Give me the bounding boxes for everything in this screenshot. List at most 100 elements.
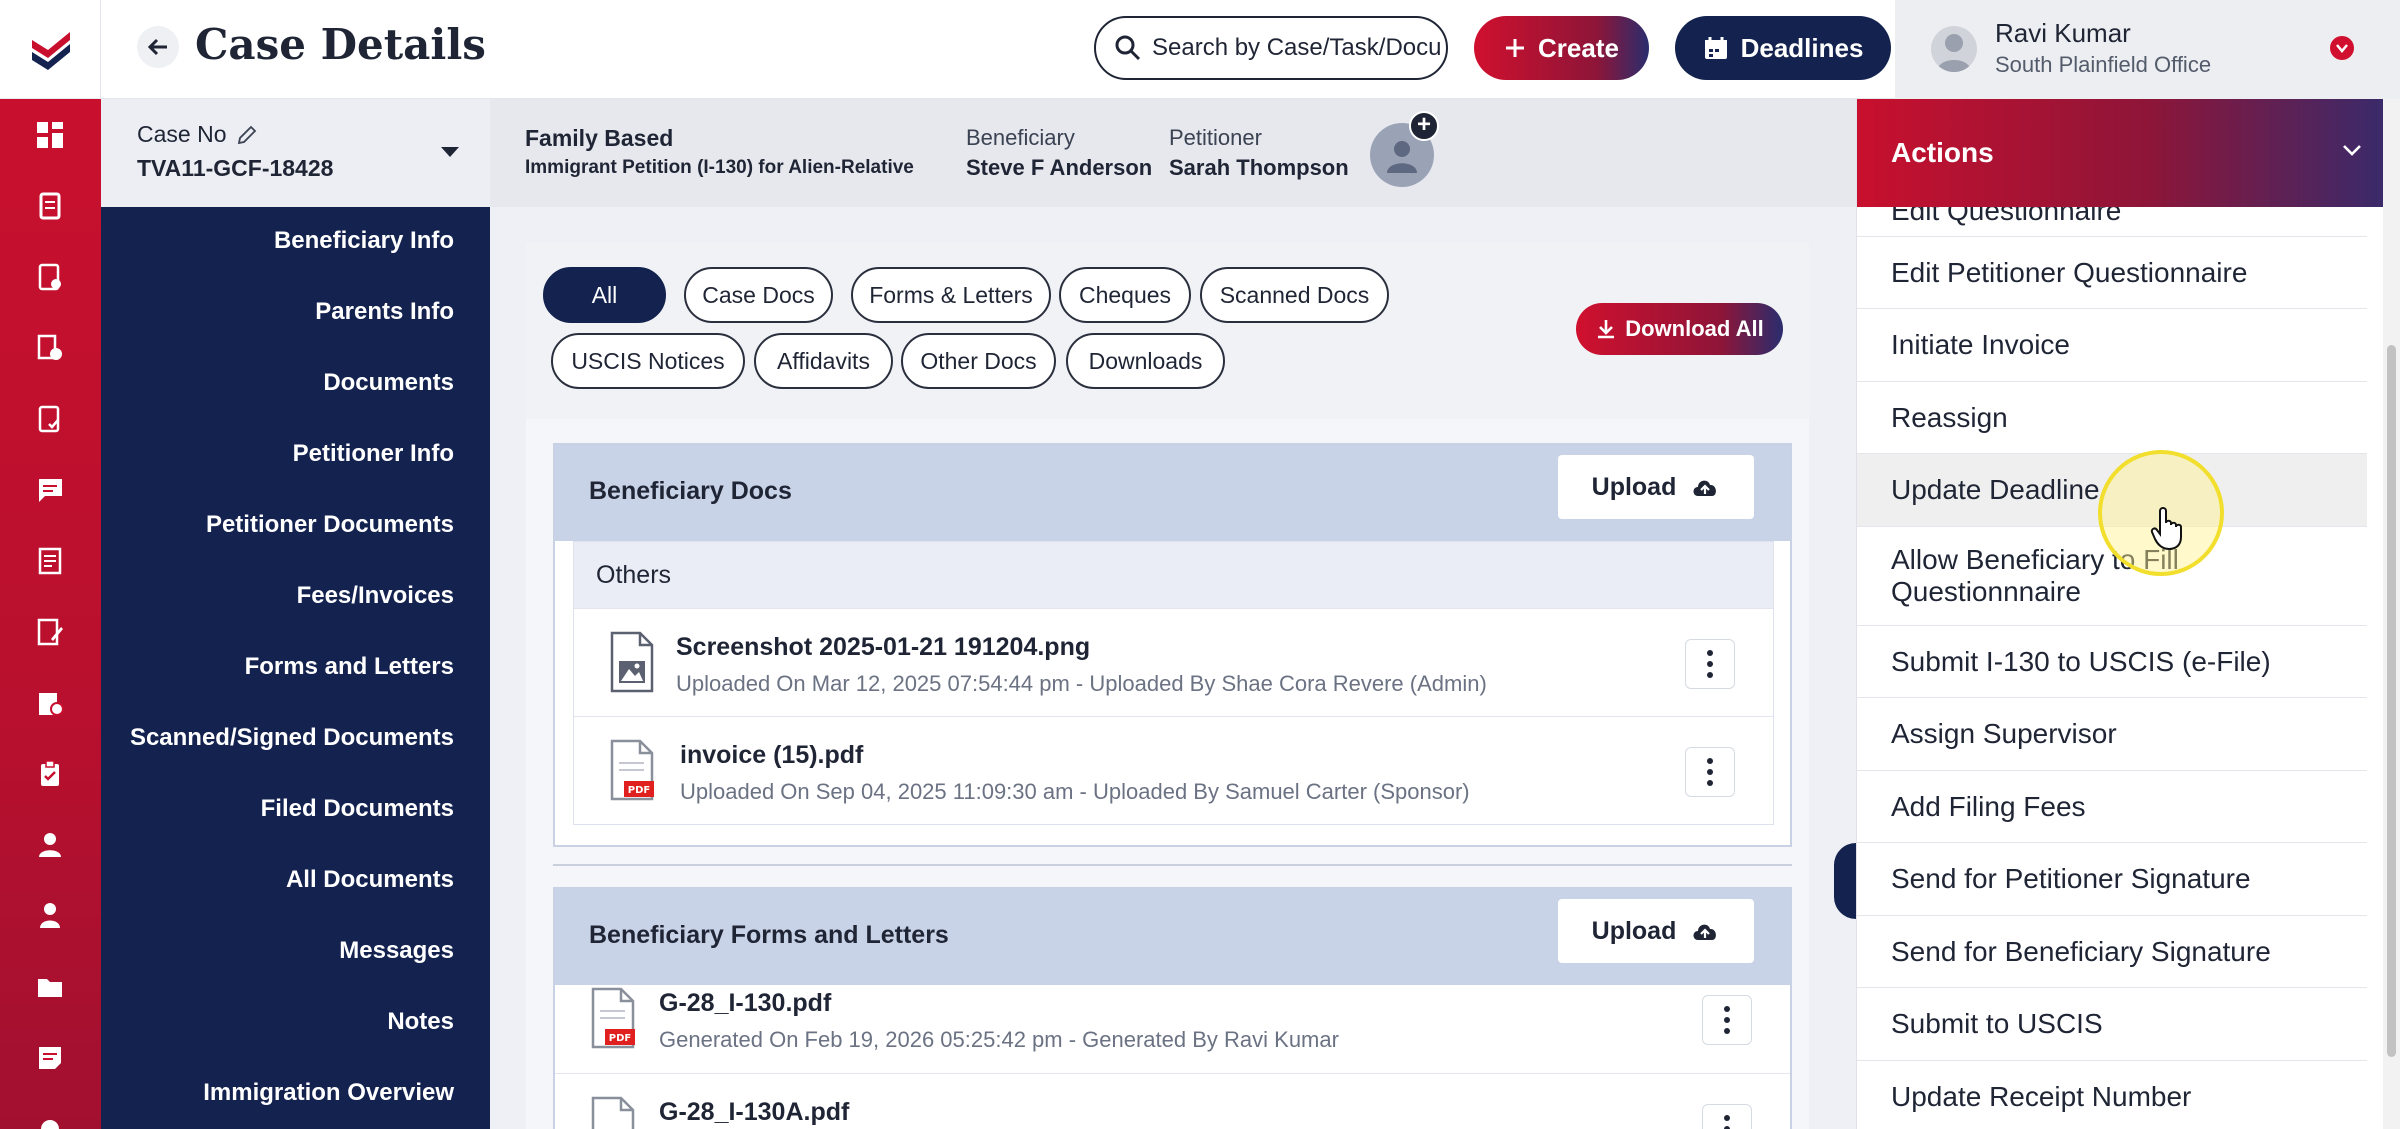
filter-chip-scanned-docs[interactable]: Scanned Docs	[1200, 267, 1389, 323]
page-title: Case Details	[195, 20, 486, 69]
nav-item-scanned-signed-documents[interactable]: Scanned/Signed Documents	[130, 724, 454, 752]
documents-main: All Case Docs Forms & Letters Cheques Sc…	[490, 207, 1856, 1129]
documents-icon[interactable]	[30, 541, 70, 581]
action-reassign[interactable]: Reassign	[1857, 382, 2367, 454]
page-scrollbar[interactable]	[2383, 99, 2400, 1129]
case-no-label: Case No	[137, 121, 227, 147]
cases-icon[interactable]	[30, 186, 70, 226]
kebab-dot-icon	[1724, 1115, 1730, 1121]
action-send-petitioner-signature[interactable]: Send for Petitioner Signature	[1857, 843, 2367, 916]
filter-chip-forms-letters[interactable]: Forms & Letters	[851, 267, 1051, 323]
document-name[interactable]: Screenshot 2025-01-21 191204.png	[676, 633, 1090, 662]
document-row[interactable]: PDF G-28_I-130.pdf Generated On Feb 19, …	[555, 965, 1790, 1073]
filter-chip-affidavits[interactable]: Affidavits	[754, 333, 893, 389]
scrollbar-thumb[interactable]	[2387, 345, 2396, 1057]
add-contact-icon[interactable]: +	[1409, 111, 1439, 141]
nav-item-parents-info[interactable]: Parents Info	[315, 298, 454, 326]
folders-icon[interactable]	[30, 967, 70, 1007]
action-initiate-invoice[interactable]: Initiate Invoice	[1857, 309, 2367, 382]
clients-icon[interactable]	[30, 825, 70, 865]
action-add-filing-fees[interactable]: Add Filing Fees	[1857, 771, 2367, 843]
document-menu-button[interactable]	[1702, 995, 1752, 1045]
action-send-beneficiary-signature[interactable]: Send for Beneficiary Signature	[1857, 916, 2367, 988]
group-title: Others	[574, 542, 1773, 608]
filter-chip-cheques[interactable]: Cheques	[1059, 267, 1191, 323]
app-logo[interactable]	[0, 0, 101, 99]
tasks-icon[interactable]	[30, 257, 70, 297]
deadlines-button[interactable]: Deadlines	[1675, 16, 1891, 80]
document-name[interactable]: G-28_I-130A.pdf	[659, 1098, 849, 1127]
document-name[interactable]: G-28_I-130.pdf	[659, 989, 831, 1018]
search-box[interactable]	[1094, 16, 1448, 80]
billing-icon[interactable]	[30, 683, 70, 723]
document-name[interactable]: invoice (15).pdf	[680, 741, 863, 770]
nav-item-immigration-overview[interactable]: Immigration Overview	[203, 1079, 454, 1107]
action-submit-to-uscis[interactable]: Submit to USCIS	[1857, 988, 2367, 1061]
contacts-icon[interactable]	[30, 896, 70, 936]
approvals-icon[interactable]	[30, 399, 70, 439]
search-input[interactable]	[1152, 34, 1442, 62]
logo-icon	[31, 32, 70, 70]
nav-item-notes[interactable]: Notes	[387, 1008, 454, 1036]
petitioner-name[interactable]: Sarah Thompson	[1169, 155, 1349, 181]
document-row[interactable]: PDF invoice (15).pdf Uploaded On Sep 04,…	[574, 716, 1773, 824]
dashboard-icon[interactable]	[30, 115, 70, 155]
nav-item-messages[interactable]: Messages	[339, 937, 454, 965]
case-selector[interactable]: Case No TVA11-GCF-18428	[101, 99, 490, 207]
back-button[interactable]	[137, 26, 179, 68]
document-menu-button[interactable]	[1702, 1104, 1752, 1129]
upload-button[interactable]: Upload	[1558, 455, 1754, 519]
document-menu-button[interactable]	[1685, 747, 1735, 797]
nav-item-fees-invoices[interactable]: Fees/Invoices	[297, 582, 454, 610]
document-row[interactable]: Screenshot 2025-01-21 191204.png Uploade…	[574, 608, 1773, 716]
case-summary: Case No TVA11-GCF-18428 Family Based Imm…	[101, 99, 1856, 207]
kebab-dot-icon	[1707, 758, 1713, 764]
beneficiary-name[interactable]: Steve F Anderson	[966, 155, 1152, 181]
case-dropdown-caret-icon[interactable]	[441, 147, 459, 157]
kebab-dot-icon	[1707, 650, 1713, 656]
rail-icons	[0, 99, 101, 1129]
group-others: Others Screenshot 2025-01-21 191204.png …	[573, 541, 1774, 825]
nav-item-petitioner-info[interactable]: Petitioner Info	[293, 440, 454, 468]
nav-item-documents[interactable]: Documents	[323, 369, 454, 397]
chevron-down-icon[interactable]	[2341, 139, 2363, 161]
upload-label: Upload	[1591, 472, 1677, 501]
filter-chip-other-docs[interactable]: Other Docs	[901, 333, 1056, 389]
forms-icon[interactable]	[30, 612, 70, 652]
download-all-button[interactable]: Download All	[1576, 303, 1783, 355]
action-assign-supervisor[interactable]: Assign Supervisor	[1857, 698, 2367, 771]
settings-icon[interactable]	[30, 1109, 70, 1129]
download-all-label: Download All	[1625, 316, 1764, 341]
pdf-file-icon: PDF	[610, 739, 654, 801]
calendar-icon	[1704, 37, 1727, 59]
actions-collapse-handle[interactable]	[1834, 843, 1856, 919]
notes-icon[interactable]	[30, 1038, 70, 1078]
nav-item-forms-and-letters[interactable]: Forms and Letters	[245, 653, 454, 681]
user-dropdown-toggle[interactable]	[2330, 36, 2354, 60]
document-row[interactable]: G-28_I-130A.pdf	[555, 1073, 1790, 1129]
edit-pencil-icon[interactable]	[236, 124, 258, 146]
action-edit-petitioner-questionnaire[interactable]: Edit Petitioner Questionnaire	[1857, 237, 2367, 309]
actions-header[interactable]: Actions	[1857, 99, 2383, 207]
nav-item-beneficiary-info[interactable]: Beneficiary Info	[274, 227, 454, 255]
filter-chip-case-docs[interactable]: Case Docs	[684, 267, 833, 323]
plus-icon	[1506, 39, 1525, 57]
document-menu-button[interactable]	[1685, 639, 1735, 689]
nav-item-filed-documents[interactable]: Filed Documents	[261, 795, 454, 823]
create-button[interactable]: Create	[1474, 16, 1649, 80]
filter-chip-all[interactable]: All	[543, 267, 666, 323]
messages-icon[interactable]	[30, 470, 70, 510]
cloud-upload-icon	[1693, 924, 1717, 940]
case-type: Family Based	[525, 125, 674, 151]
user-menu[interactable]: Ravi Kumar South Plainfield Office	[1895, 0, 2400, 99]
checklist-icon[interactable]	[30, 754, 70, 794]
nav-item-all-documents[interactable]: All Documents	[286, 866, 454, 894]
filter-chip-uscis-notices[interactable]: USCIS Notices	[551, 333, 745, 389]
invoices-icon[interactable]	[30, 328, 70, 368]
action-submit-i130-efile[interactable]: Submit I-130 to USCIS (e-File)	[1857, 626, 2367, 698]
action-update-receipt-number[interactable]: Update Receipt Number	[1857, 1061, 2367, 1129]
filter-chip-downloads[interactable]: Downloads	[1066, 333, 1225, 389]
forms-list: PDF G-28_I-130.pdf Generated On Feb 19, …	[555, 965, 1790, 1129]
upload-button[interactable]: Upload	[1558, 899, 1754, 963]
nav-item-petitioner-documents[interactable]: Petitioner Documents	[206, 511, 454, 539]
